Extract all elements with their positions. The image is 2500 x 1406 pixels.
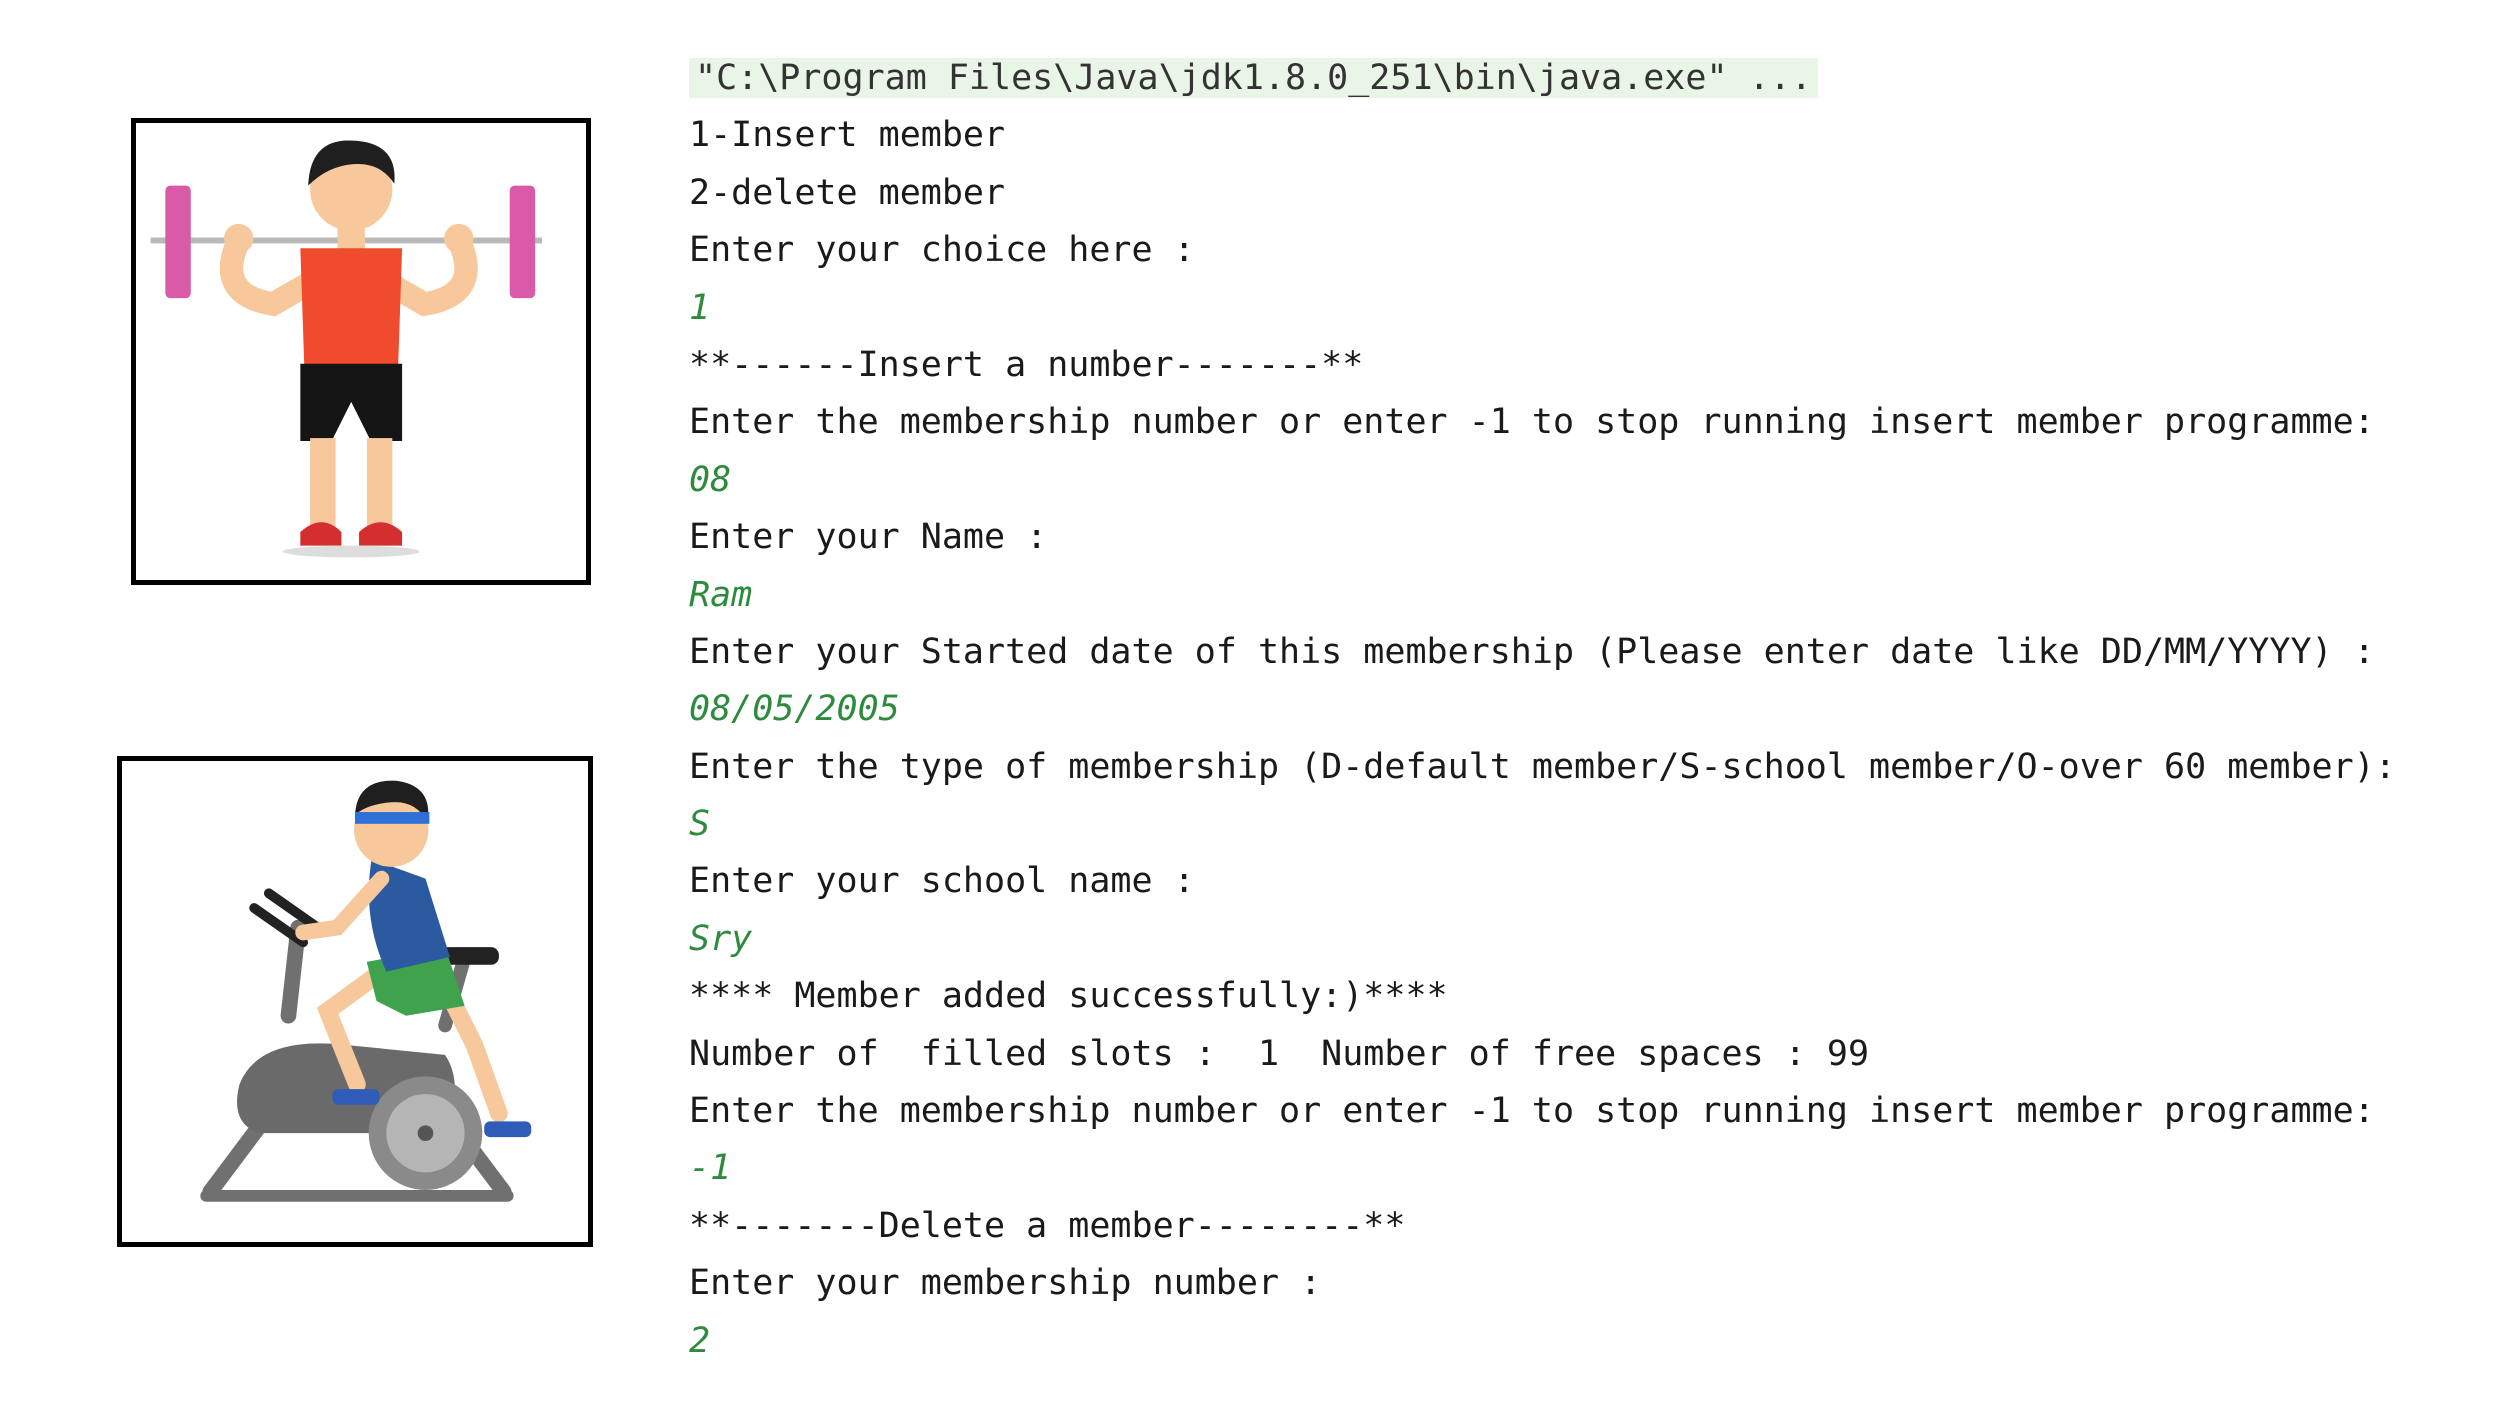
console-output-line: **------Insert a number-------** bbox=[689, 344, 1364, 385]
exercise-bike-illustration bbox=[117, 756, 593, 1247]
exercise-bike-icon bbox=[200, 780, 532, 1202]
console-output-line: 1-Insert member bbox=[689, 115, 1006, 156]
console-input-line: -1 bbox=[689, 1148, 732, 1189]
run-command-line: "C:\Program Files\Java\jdk1.8.0_251\bin\… bbox=[689, 50, 2489, 107]
console-output: "C:\Program Files\Java\jdk1.8.0_251\bin\… bbox=[689, 50, 2489, 1370]
console-output-line: 2-delete member bbox=[689, 172, 1006, 213]
console-input-line: 2 bbox=[689, 1320, 711, 1361]
console-input-line: 1 bbox=[689, 287, 711, 328]
console-output-line: Enter the type of membership (D-default … bbox=[689, 746, 2396, 787]
console-output-line: Number of filled slots : 1 Number of fre… bbox=[689, 1033, 1870, 1074]
run-command-text: "C:\Program Files\Java\jdk1.8.0_251\bin\… bbox=[689, 58, 1818, 98]
console-output-line: Enter your membership number : bbox=[689, 1263, 1322, 1304]
console-output-line: **** Member added successfully:)**** bbox=[689, 976, 1448, 1017]
console-output-line: Enter your choice here : bbox=[689, 230, 1195, 271]
console-input-line: Sry bbox=[689, 918, 753, 959]
console-input-line: Ram bbox=[689, 574, 753, 615]
console-input-line: S bbox=[689, 804, 711, 845]
console-input-line: 08 bbox=[689, 459, 732, 500]
weightlifter-illustration bbox=[131, 118, 591, 585]
console-output-line: Enter your Name : bbox=[689, 517, 1048, 558]
console-output-line: Enter the membership number or enter -1 … bbox=[689, 402, 2375, 443]
console-output-line: Enter your Started date of this membersh… bbox=[689, 631, 2375, 672]
weightlifter-icon bbox=[150, 140, 542, 558]
console-output-line: Enter your school name : bbox=[689, 861, 1195, 902]
console-output-line: **-------Delete a member--------** bbox=[689, 1205, 1406, 1246]
console-input-line: 08/05/2005 bbox=[689, 689, 900, 730]
console-output-line: Enter the membership number or enter -1 … bbox=[689, 1091, 2375, 1132]
